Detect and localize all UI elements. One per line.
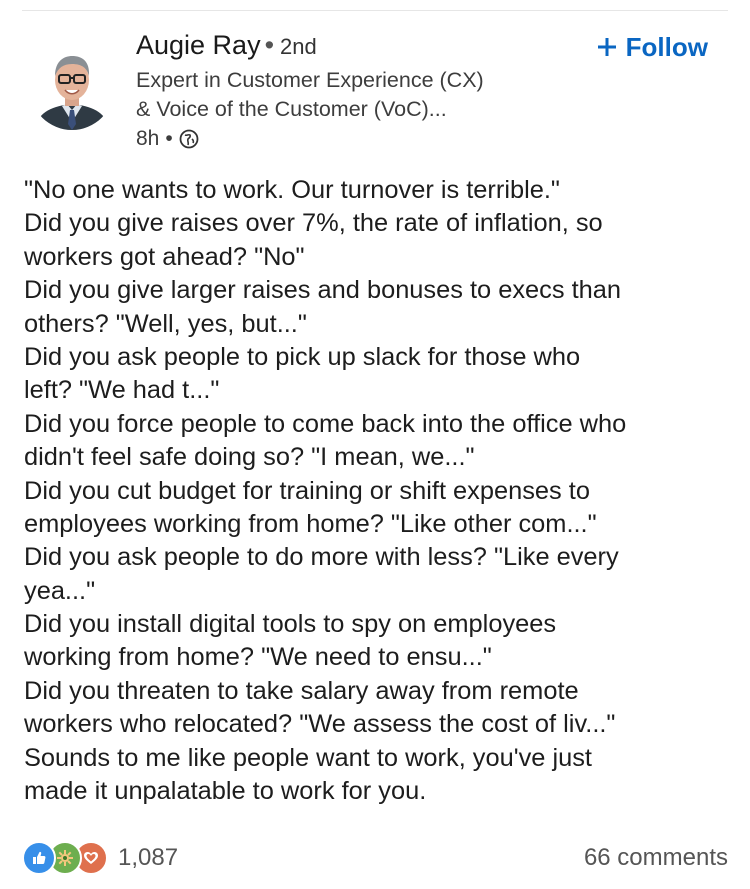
comments-count-link[interactable]: 66 comments — [584, 844, 728, 872]
post-line: "No one wants to work. Our turnover is t… — [24, 176, 560, 204]
plus-icon — [596, 36, 618, 58]
post-line: Sounds to me like people want to work, y… — [24, 743, 592, 772]
post-line: employees working from home? "Like other… — [24, 509, 597, 538]
author-name-line: Augie Ray • 2nd — [136, 28, 576, 64]
connection-degree: 2nd — [280, 34, 317, 59]
post-line: made it unpalatable to work for you. — [24, 777, 427, 806]
follow-button[interactable]: Follow — [596, 30, 708, 64]
reaction-icons — [22, 841, 108, 875]
post-line: Did you give larger raises and bonuses t… — [24, 276, 622, 305]
post-line: workers who relocated? "We assess the co… — [24, 710, 616, 739]
post-line: workers got ahead? "No" — [24, 242, 305, 271]
follow-label: Follow — [625, 32, 708, 62]
person-photo-icon — [30, 46, 114, 130]
post-line: Did you cut budget for training or shift… — [24, 476, 590, 505]
top-divider — [22, 10, 728, 11]
reactions-summary[interactable]: 1,087 — [22, 841, 178, 875]
like-icon — [22, 841, 56, 875]
post-line: Did you force people to come back into t… — [24, 409, 627, 438]
author-headline: Expert in Customer Experience (CX) & Voi… — [136, 68, 484, 121]
social-bar: 1,087 66 comments — [22, 838, 728, 878]
post-line: working from home? "We need to ensu..." — [24, 643, 492, 672]
avatar[interactable] — [30, 46, 114, 130]
post-time: 8h — [136, 127, 160, 150]
post-line: Did you give raises over 7%, the rate of… — [24, 209, 603, 238]
post-line: Did you threaten to take salary away fro… — [24, 676, 579, 705]
globe-icon — [179, 129, 199, 149]
post-line: Did you install digital tools to spy on … — [24, 610, 557, 639]
post-line: Did you ask people to pick up slack for … — [24, 342, 581, 371]
post-line: yea..." — [24, 576, 96, 605]
author-name[interactable]: Augie Ray — [136, 30, 261, 60]
degree-separator: • — [264, 30, 275, 60]
post-meta: 8h • — [136, 124, 576, 154]
post-text: "No one wants to work. Our turnover is t… — [24, 174, 730, 808]
time-separator: • — [165, 127, 173, 150]
post-line: Did you ask people to do more with less?… — [24, 543, 619, 572]
author-block: Augie Ray • 2nd Expert in Customer Experie… — [136, 28, 576, 154]
reaction-count: 1,087 — [118, 844, 179, 871]
post-line: left? "We had t..." — [24, 376, 220, 405]
post-line: others? "Well, yes, but..." — [24, 309, 307, 338]
post-line: didn't feel safe doing so? "I mean, we..… — [24, 443, 475, 472]
